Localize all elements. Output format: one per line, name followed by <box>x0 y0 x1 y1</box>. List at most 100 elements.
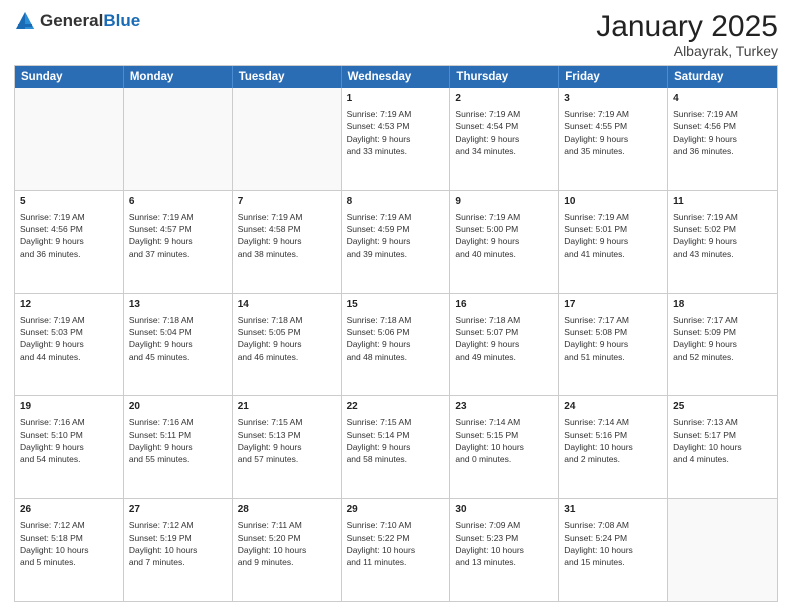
cal-day-2: 2 Sunrise: 7:19 AMSunset: 4:54 PMDaylight… <box>450 88 559 190</box>
day-info-28: Sunrise: 7:11 AMSunset: 5:20 PMDaylight:… <box>238 519 336 568</box>
day-info-11: Sunrise: 7:19 AMSunset: 5:02 PMDaylight:… <box>673 211 772 260</box>
logo-blue: Blue <box>103 11 140 30</box>
day-info-17: Sunrise: 7:17 AMSunset: 5:08 PMDaylight:… <box>564 314 662 363</box>
cal-week-5: 26Sunrise: 7:12 AMSunset: 5:18 PMDayligh… <box>15 499 777 601</box>
cal-header-friday: Friday <box>559 66 668 88</box>
cal-week-2: 5 Sunrise: 7:19 AMSunset: 4:56 PMDaylight… <box>15 191 777 294</box>
cal-day-empty <box>124 88 233 190</box>
day-info-5: Sunrise: 7:19 AMSunset: 4:56 PMDaylight:… <box>20 211 118 260</box>
day-info-7: Sunrise: 7:19 AMSunset: 4:58 PMDaylight:… <box>238 211 336 260</box>
cal-day-10: 10 Sunrise: 7:19 AMSunset: 5:01 PMDayligh… <box>559 191 668 293</box>
cal-day-8: 8Sunrise: 7:19 AMSunset: 4:59 PMDaylight… <box>342 191 451 293</box>
day-number-19: 19 <box>20 400 118 414</box>
day-number-23: 23 <box>455 400 553 414</box>
day-number-31: 31 <box>564 503 662 517</box>
day-number-28: 28 <box>238 503 336 517</box>
cal-day-16: 16Sunrise: 7:18 AMSunset: 5:07 PMDayligh… <box>450 294 559 396</box>
cal-day-27: 27Sunrise: 7:12 AMSunset: 5:19 PMDayligh… <box>124 499 233 601</box>
day-info-3: Sunrise: 7:19 AMSunset: 4:55 PMDaylight:… <box>564 108 662 157</box>
calendar-body: 1 Sunrise: 7:19 AMSunset: 4:53 PMDaylight… <box>15 88 777 601</box>
calendar-header-row: SundayMondayTuesdayWednesdayThursdayFrid… <box>15 66 777 88</box>
day-info-31: Sunrise: 7:08 AMSunset: 5:24 PMDaylight:… <box>564 519 662 568</box>
day-info-18: Sunrise: 7:17 AMSunset: 5:09 PMDaylight:… <box>673 314 772 363</box>
day-number-8: 8 <box>347 195 445 209</box>
cal-day-28: 28 Sunrise: 7:11 AMSunset: 5:20 PMDayligh… <box>233 499 342 601</box>
day-number-6: 6 <box>129 195 227 209</box>
day-number-20: 20 <box>129 400 227 414</box>
cal-week-1: 1 Sunrise: 7:19 AMSunset: 4:53 PMDaylight… <box>15 88 777 191</box>
day-info-26: Sunrise: 7:12 AMSunset: 5:18 PMDaylight:… <box>20 519 118 568</box>
cal-day-19: 19 Sunrise: 7:16 AMSunset: 5:10 PMDayligh… <box>15 396 124 498</box>
day-number-1: 1 <box>347 92 445 106</box>
day-info-16: Sunrise: 7:18 AMSunset: 5:07 PMDaylight:… <box>455 314 553 363</box>
day-info-9: Sunrise: 7:19 AMSunset: 5:00 PMDaylight:… <box>455 211 553 260</box>
cal-week-3: 12Sunrise: 7:19 AMSunset: 5:03 PMDayligh… <box>15 294 777 397</box>
day-number-5: 5 <box>20 195 118 209</box>
day-number-25: 25 <box>673 400 772 414</box>
cal-header-wednesday: Wednesday <box>342 66 451 88</box>
title-block: January 2025 Albayrak, Turkey <box>596 10 778 59</box>
cal-day-12: 12Sunrise: 7:19 AMSunset: 5:03 PMDayligh… <box>15 294 124 396</box>
logo: GeneralBlue <box>14 10 140 32</box>
page: GeneralBlue January 2025 Albayrak, Turke… <box>0 0 792 612</box>
cal-day-25: 25Sunrise: 7:13 AMSunset: 5:17 PMDayligh… <box>668 396 777 498</box>
cal-day-9: 9Sunrise: 7:19 AMSunset: 5:00 PMDaylight… <box>450 191 559 293</box>
day-number-3: 3 <box>564 92 662 106</box>
day-info-22: Sunrise: 7:15 AMSunset: 5:14 PMDaylight:… <box>347 416 445 465</box>
calendar-subtitle: Albayrak, Turkey <box>596 43 778 59</box>
cal-day-6: 6 Sunrise: 7:19 AMSunset: 4:57 PMDaylight… <box>124 191 233 293</box>
day-info-24: Sunrise: 7:14 AMSunset: 5:16 PMDaylight:… <box>564 416 662 465</box>
day-number-18: 18 <box>673 298 772 312</box>
cal-week-4: 19 Sunrise: 7:16 AMSunset: 5:10 PMDayligh… <box>15 396 777 499</box>
cal-day-14: 14 Sunrise: 7:18 AMSunset: 5:05 PMDayligh… <box>233 294 342 396</box>
header: GeneralBlue January 2025 Albayrak, Turke… <box>14 10 778 59</box>
day-info-23: Sunrise: 7:14 AMSunset: 5:15 PMDaylight:… <box>455 416 553 465</box>
day-info-2: Sunrise: 7:19 AMSunset: 4:54 PMDaylight:… <box>455 108 553 157</box>
cal-day-24: 24 Sunrise: 7:14 AMSunset: 5:16 PMDayligh… <box>559 396 668 498</box>
cal-day-21: 21 Sunrise: 7:15 AMSunset: 5:13 PMDayligh… <box>233 396 342 498</box>
cal-day-4: 4 Sunrise: 7:19 AMSunset: 4:56 PMDaylight… <box>668 88 777 190</box>
day-info-4: Sunrise: 7:19 AMSunset: 4:56 PMDaylight:… <box>673 108 772 157</box>
cal-day-30: 30Sunrise: 7:09 AMSunset: 5:23 PMDayligh… <box>450 499 559 601</box>
day-number-17: 17 <box>564 298 662 312</box>
day-info-30: Sunrise: 7:09 AMSunset: 5:23 PMDaylight:… <box>455 519 553 568</box>
calendar-title: January 2025 <box>596 10 778 43</box>
day-number-24: 24 <box>564 400 662 414</box>
day-info-14: Sunrise: 7:18 AMSunset: 5:05 PMDaylight:… <box>238 314 336 363</box>
cal-day-17: 17 Sunrise: 7:17 AMSunset: 5:08 PMDayligh… <box>559 294 668 396</box>
cal-day-22: 22 Sunrise: 7:15 AMSunset: 5:14 PMDayligh… <box>342 396 451 498</box>
day-number-14: 14 <box>238 298 336 312</box>
cal-day-26: 26Sunrise: 7:12 AMSunset: 5:18 PMDayligh… <box>15 499 124 601</box>
day-info-13: Sunrise: 7:18 AMSunset: 5:04 PMDaylight:… <box>129 314 227 363</box>
cal-header-monday: Monday <box>124 66 233 88</box>
cal-day-23: 23 Sunrise: 7:14 AMSunset: 5:15 PMDayligh… <box>450 396 559 498</box>
day-info-10: Sunrise: 7:19 AMSunset: 5:01 PMDaylight:… <box>564 211 662 260</box>
cal-day-1: 1 Sunrise: 7:19 AMSunset: 4:53 PMDaylight… <box>342 88 451 190</box>
cal-day-empty <box>668 499 777 601</box>
logo-general: General <box>40 11 103 30</box>
cal-day-18: 18 Sunrise: 7:17 AMSunset: 5:09 PMDayligh… <box>668 294 777 396</box>
cal-day-15: 15Sunrise: 7:18 AMSunset: 5:06 PMDayligh… <box>342 294 451 396</box>
day-number-22: 22 <box>347 400 445 414</box>
day-number-29: 29 <box>347 503 445 517</box>
day-number-7: 7 <box>238 195 336 209</box>
cal-day-empty <box>233 88 342 190</box>
day-info-6: Sunrise: 7:19 AMSunset: 4:57 PMDaylight:… <box>129 211 227 260</box>
logo-icon <box>14 10 36 32</box>
day-info-29: Sunrise: 7:10 AMSunset: 5:22 PMDaylight:… <box>347 519 445 568</box>
day-info-1: Sunrise: 7:19 AMSunset: 4:53 PMDaylight:… <box>347 108 445 157</box>
day-number-13: 13 <box>129 298 227 312</box>
day-number-10: 10 <box>564 195 662 209</box>
cal-header-thursday: Thursday <box>450 66 559 88</box>
cal-day-7: 7 Sunrise: 7:19 AMSunset: 4:58 PMDaylight… <box>233 191 342 293</box>
day-info-21: Sunrise: 7:15 AMSunset: 5:13 PMDaylight:… <box>238 416 336 465</box>
day-number-12: 12 <box>20 298 118 312</box>
day-number-4: 4 <box>673 92 772 106</box>
day-info-19: Sunrise: 7:16 AMSunset: 5:10 PMDaylight:… <box>20 416 118 465</box>
day-number-21: 21 <box>238 400 336 414</box>
cal-day-5: 5 Sunrise: 7:19 AMSunset: 4:56 PMDaylight… <box>15 191 124 293</box>
day-number-2: 2 <box>455 92 553 106</box>
cal-day-11: 11Sunrise: 7:19 AMSunset: 5:02 PMDayligh… <box>668 191 777 293</box>
cal-day-13: 13 Sunrise: 7:18 AMSunset: 5:04 PMDayligh… <box>124 294 233 396</box>
logo-text: GeneralBlue <box>40 12 140 31</box>
